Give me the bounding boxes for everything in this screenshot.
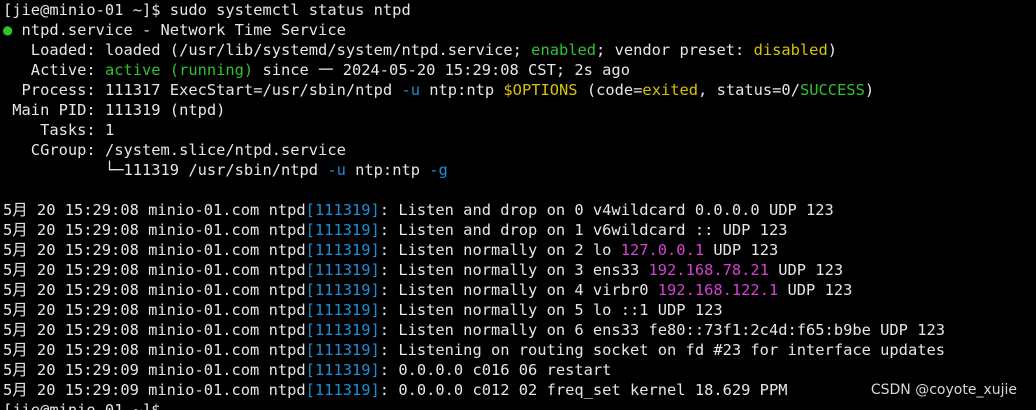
process-user: ntp:ntp xyxy=(420,81,504,99)
log-ip: 192.168.78.21 xyxy=(648,261,769,279)
log-message: : Listen and drop on 0 v4wildcard 0.0.0.… xyxy=(379,201,834,219)
process-flag-u: -u xyxy=(401,81,420,99)
mainpid-line: Main PID: 111319 (ntpd) xyxy=(3,100,1036,120)
log-message: : Listen normally on 3 ens33 xyxy=(379,261,649,279)
process-code-label: (code= xyxy=(577,81,643,99)
tasks-line: Tasks: 1 xyxy=(3,120,1036,140)
log-message: : Listen normally on 2 lo xyxy=(379,241,621,259)
process-close: ) xyxy=(864,81,875,99)
cgroup-line: CGroup: /system.slice/ntpd.service xyxy=(3,140,1036,160)
log-pid: [111319] xyxy=(305,361,380,379)
loaded-label: Loaded: xyxy=(3,41,105,59)
log-prefix: 5月 20 15:29:08 minio-01.com ntpd xyxy=(3,261,306,279)
vendor-preset-label: ; vendor preset: xyxy=(596,41,754,59)
process-label: Process: xyxy=(3,81,105,99)
active-label: Active: xyxy=(3,61,105,79)
unit-title-line: ● ntpd.service - Network Time Service xyxy=(3,20,1036,40)
log-line: 5月 20 15:29:08 minio-01.com ntpd[111319]… xyxy=(3,300,1036,320)
tasks-label: Tasks: xyxy=(3,121,105,139)
log-line: 5月 20 15:29:08 minio-01.com ntpd[111319]… xyxy=(3,320,1036,340)
process-status-label: , status=0/ xyxy=(698,81,800,99)
log-line: 5月 20 15:29:08 minio-01.com ntpd[111319]… xyxy=(3,240,1036,260)
log-line: 5月 20 15:29:08 minio-01.com ntpd[111319]… xyxy=(3,260,1036,280)
process-code-value: exited xyxy=(642,81,699,99)
log-pid: [111319] xyxy=(305,381,380,399)
cgroup-tree-flag-u: -u xyxy=(327,161,346,179)
log-prefix: 5月 20 15:29:08 minio-01.com ntpd xyxy=(3,241,306,259)
log-line: 5月 20 15:29:09 minio-01.com ntpd[111319]… xyxy=(3,360,1036,380)
shell-prompt-partial: [jie@minio-01 ~]$ xyxy=(3,401,170,410)
log-message: : 0.0.0.0 c012 02 freq_set kernel 18.629… xyxy=(379,381,788,399)
log-prefix: 5月 20 15:29:08 minio-01.com ntpd xyxy=(3,281,306,299)
log-line: 5月 20 15:29:08 minio-01.com ntpd[111319]… xyxy=(3,200,1036,220)
log-prefix: 5月 20 15:29:08 minio-01.com ntpd xyxy=(3,201,306,219)
active-line: Active: active (running) since 一 2024-05… xyxy=(3,60,1036,80)
process-exec: 111317 ExecStart=/usr/sbin/ntpd xyxy=(104,81,402,99)
log-message: : Listen normally on 4 virbr0 xyxy=(379,281,658,299)
shell-prompt: [jie@minio-01 ~]$ xyxy=(3,1,170,19)
log-pid: [111319] xyxy=(305,301,380,319)
log-message: : 0.0.0.0 c016 06 restart xyxy=(379,361,612,379)
log-message: : Listen normally on 6 ens33 fe80::73f1:… xyxy=(379,321,946,339)
mainpid-label: Main PID: xyxy=(3,101,105,119)
cgroup-label: CGroup: xyxy=(3,141,105,159)
cgroup-value: /system.slice/ntpd.service xyxy=(104,141,346,159)
log-message-tail: UDP 123 xyxy=(778,281,853,299)
loaded-line: Loaded: loaded (/usr/lib/systemd/system/… xyxy=(3,40,1036,60)
unit-title: ntpd.service - Network Time Service xyxy=(12,21,346,39)
mainpid-value: 111319 (ntpd) xyxy=(104,101,226,119)
vendor-preset-state: disabled xyxy=(753,41,828,59)
loaded-value: loaded (/usr/lib/systemd/system/ntpd.ser… xyxy=(104,41,532,59)
log-pid: [111319] xyxy=(305,341,380,359)
shell-command: sudo systemctl status ntpd xyxy=(169,1,411,19)
cgroup-tree-process: └─111319 /usr/sbin/ntpd xyxy=(3,161,328,179)
log-message: : Listening on routing socket on fd #23 … xyxy=(379,341,946,359)
tasks-value: 1 xyxy=(104,121,115,139)
log-ip: 127.0.0.1 xyxy=(620,241,705,259)
log-pid: [111319] xyxy=(305,281,380,299)
log-ip: 192.168.122.1 xyxy=(657,281,779,299)
log-message-tail: UDP 123 xyxy=(704,241,779,259)
process-status-value: SUCCESS xyxy=(799,81,865,99)
next-prompt-partial: [jie@minio-01 ~]$ xyxy=(3,400,1036,410)
log-line: 5月 20 15:29:08 minio-01.com ntpd[111319]… xyxy=(3,340,1036,360)
log-line: 5月 20 15:29:08 minio-01.com ntpd[111319]… xyxy=(3,220,1036,240)
process-options-var: $OPTIONS xyxy=(503,81,578,99)
log-prefix: 5月 20 15:29:09 minio-01.com ntpd xyxy=(3,381,306,399)
terminal-window[interactable]: [jie@minio-01 ~]$ sudo systemctl status … xyxy=(0,0,1036,410)
log-prefix: 5月 20 15:29:08 minio-01.com ntpd xyxy=(3,301,306,319)
process-line: Process: 111317 ExecStart=/usr/sbin/ntpd… xyxy=(3,80,1036,100)
log-prefix: 5月 20 15:29:08 minio-01.com ntpd xyxy=(3,321,306,339)
log-prefix: 5月 20 15:29:08 minio-01.com ntpd xyxy=(3,221,306,239)
enabled-state: enabled xyxy=(531,41,597,59)
log-pid: [111319] xyxy=(305,261,380,279)
prompt-line: [jie@minio-01 ~]$ sudo systemctl status … xyxy=(3,0,1036,20)
log-pid: [111319] xyxy=(305,321,380,339)
log-pid: [111319] xyxy=(305,221,380,239)
log-prefix: 5月 20 15:29:08 minio-01.com ntpd xyxy=(3,341,306,359)
log-message: : Listen normally on 5 lo ::1 UDP 123 xyxy=(379,301,723,319)
active-since: since 一 2024-05-20 15:29:08 CST; 2s ago xyxy=(253,61,630,79)
log-message: : Listen and drop on 1 v6wildcard :: UDP… xyxy=(379,221,788,239)
log-prefix: 5月 20 15:29:09 minio-01.com ntpd xyxy=(3,361,306,379)
cgroup-tree-line: └─111319 /usr/sbin/ntpd -u ntp:ntp -g xyxy=(3,160,1036,180)
log-message-tail: UDP 123 xyxy=(768,261,844,279)
cgroup-tree-user: ntp:ntp xyxy=(345,161,430,179)
log-pid: [111319] xyxy=(305,201,380,219)
log-line: 5月 20 15:29:08 minio-01.com ntpd[111319]… xyxy=(3,280,1036,300)
watermark: CSDN @coyote_xujie xyxy=(867,381,1020,399)
active-state: active (running) xyxy=(104,61,254,79)
cgroup-tree-flag-g: -g xyxy=(429,161,448,179)
loaded-close: ) xyxy=(827,41,837,59)
log-pid: [111319] xyxy=(305,241,380,259)
status-dot-icon: ● xyxy=(3,21,13,39)
